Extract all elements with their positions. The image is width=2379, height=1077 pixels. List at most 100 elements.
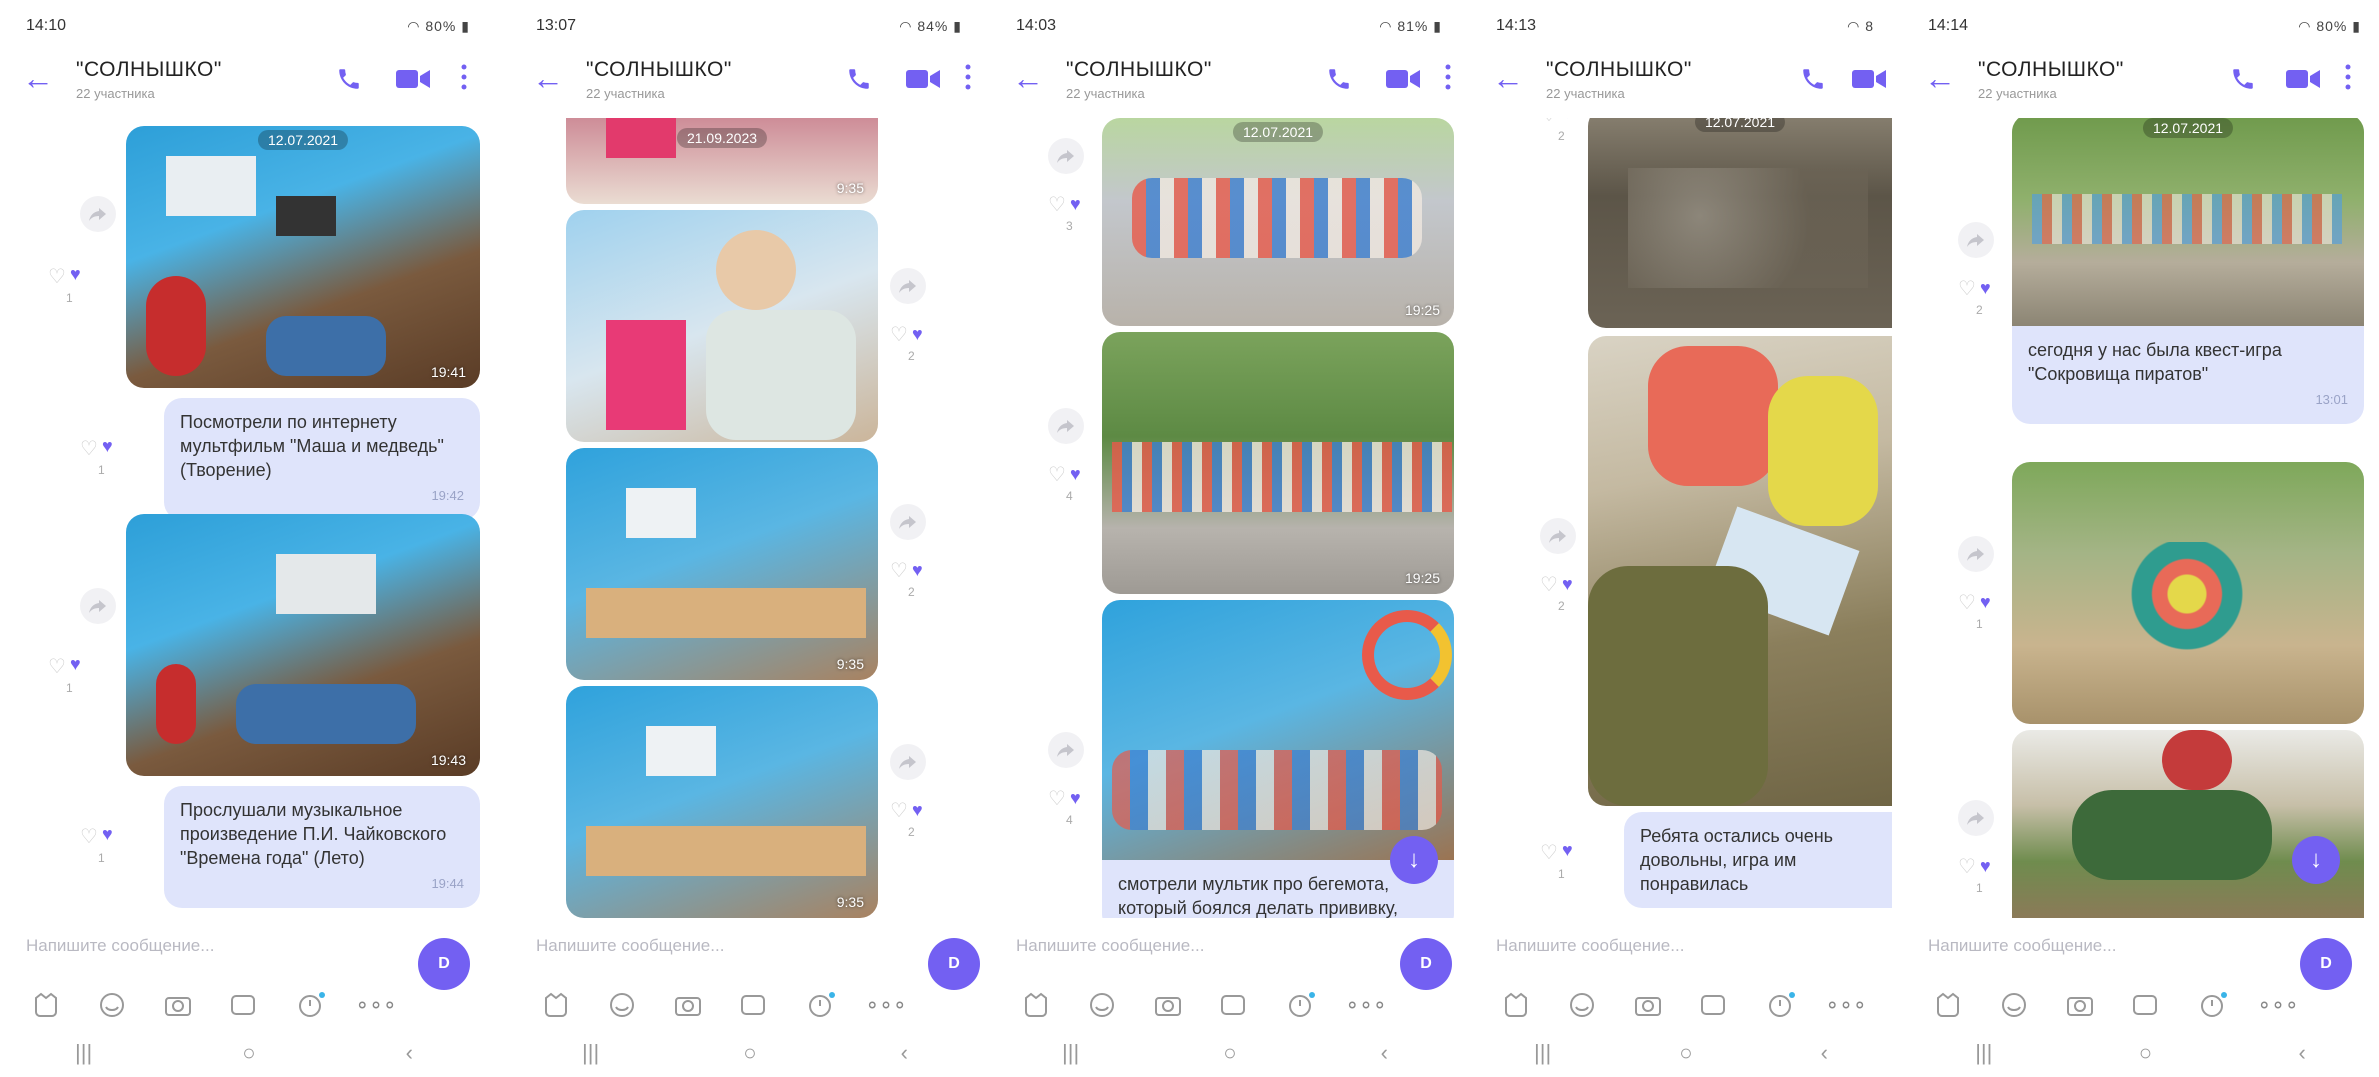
video-call-icon[interactable]	[906, 68, 940, 90]
video-call-icon[interactable]	[396, 68, 430, 90]
photo-message[interactable]: 12.07.2021	[1588, 118, 1892, 328]
heart-filled-icon[interactable]: ♥	[1070, 788, 1081, 809]
emoji-icon[interactable]	[1560, 990, 1604, 1020]
nav-back-icon[interactable]: ‹	[1381, 1040, 1388, 1066]
nav-back-icon[interactable]: ‹	[901, 1040, 908, 1066]
heart-filled-icon[interactable]: ♥	[1980, 592, 1991, 613]
like-outline-icon[interactable]: ♡	[80, 436, 98, 461]
phone-call-icon[interactable]	[846, 66, 872, 92]
more-menu-icon[interactable]	[2342, 62, 2354, 92]
share-icon[interactable]	[1540, 518, 1576, 554]
emoji-icon[interactable]	[90, 990, 134, 1020]
recent-apps-icon[interactable]: |||	[1975, 1040, 1992, 1066]
chat-title[interactable]: "СОЛНЫШКО"	[1066, 58, 1212, 82]
heart-filled-icon[interactable]: ♥	[102, 436, 113, 461]
photo-message[interactable]	[1102, 600, 1454, 862]
timer-icon[interactable]	[1758, 990, 1802, 1020]
text-message[interactable]: Прослушали музыкальное произведение П.И.…	[164, 786, 480, 908]
photo-message[interactable]	[2012, 730, 2364, 918]
photo-message[interactable]	[2012, 462, 2364, 724]
chat-title[interactable]: "СОЛНЫШКО"	[586, 58, 732, 82]
text-message[interactable]: сегодня у нас была квест-игра "Сокровища…	[2012, 326, 2364, 424]
sticker-icon[interactable]	[1926, 990, 1970, 1020]
like-outline-icon[interactable]: ♡	[1540, 840, 1558, 865]
home-icon[interactable]: ○	[242, 1040, 255, 1066]
photo-message[interactable]	[1588, 336, 1892, 806]
photo-message[interactable]: 19:25	[1102, 332, 1454, 594]
heart-filled-icon[interactable]: ♥	[70, 654, 81, 679]
message-list[interactable]: 12.07.2021 19:41 Посмотрели по интернету…	[0, 118, 488, 918]
phone-call-icon[interactable]	[336, 66, 362, 92]
photo-message[interactable]: 9:35	[566, 686, 878, 918]
message-input[interactable]: Напишите сообщение...	[26, 936, 214, 956]
gif-icon[interactable]	[732, 990, 776, 1020]
like-outline-icon[interactable]: ♡	[1958, 854, 1976, 879]
sticker-icon[interactable]	[1014, 990, 1058, 1020]
share-icon[interactable]	[890, 744, 926, 780]
recent-apps-icon[interactable]: |||	[1534, 1040, 1551, 1066]
chat-title[interactable]: "СОЛНЫШКО"	[1978, 58, 2124, 82]
camera-icon[interactable]	[1146, 990, 1190, 1020]
photo-message[interactable]: 12.07.2021	[2012, 118, 2364, 326]
message-input[interactable]: Напишите сообщение...	[536, 936, 724, 956]
heart-filled-icon[interactable]: ♥	[70, 264, 81, 289]
photo-message[interactable]: 9:35	[566, 448, 878, 680]
sticker-icon[interactable]	[1494, 990, 1538, 1020]
like-outline-icon[interactable]: ♡	[1048, 192, 1066, 217]
like-outline-icon[interactable]: ♡	[890, 798, 908, 823]
gif-icon[interactable]	[1212, 990, 1256, 1020]
like-outline-icon[interactable]: ♡	[1540, 118, 1558, 127]
video-call-icon[interactable]	[1386, 68, 1420, 90]
send-button[interactable]: D	[1400, 938, 1452, 990]
gif-icon[interactable]	[2124, 990, 2168, 1020]
send-button[interactable]: D	[928, 938, 980, 990]
home-icon[interactable]: ○	[1223, 1040, 1236, 1066]
share-icon[interactable]	[1048, 408, 1084, 444]
message-input[interactable]: Напишите сообщение...	[1928, 936, 2116, 956]
recent-apps-icon[interactable]: |||	[1062, 1040, 1079, 1066]
camera-icon[interactable]	[156, 990, 200, 1020]
scroll-down-button[interactable]: ↓	[2292, 836, 2340, 884]
heart-filled-icon[interactable]: ♥	[1070, 464, 1081, 485]
sticker-icon[interactable]	[24, 990, 68, 1020]
more-menu-icon[interactable]	[1442, 62, 1454, 92]
message-list[interactable]: 12.07.2021 19:25 19:25 смотрели мультик …	[990, 118, 1460, 918]
more-options-icon[interactable]: ∘∘∘	[2256, 990, 2300, 1020]
photo-message[interactable]	[566, 210, 878, 442]
video-call-icon[interactable]	[1852, 68, 1886, 90]
like-outline-icon[interactable]: ♡	[1048, 462, 1066, 487]
heart-filled-icon[interactable]: ♥	[1562, 574, 1573, 595]
more-options-icon[interactable]: ∘∘∘	[864, 990, 908, 1020]
heart-filled-icon[interactable]: ♥	[1562, 118, 1573, 127]
more-menu-icon[interactable]	[458, 62, 470, 92]
like-outline-icon[interactable]: ♡	[48, 264, 66, 289]
message-list[interactable]: 21.09.2023 9:35 9:35 9:35 ♡ ♥ 2 ♡ ♥ 2 ♡ …	[510, 118, 980, 918]
like-outline-icon[interactable]: ♡	[1958, 590, 1976, 615]
camera-icon[interactable]	[2058, 990, 2102, 1020]
text-message[interactable]: Посмотрели по интернету мультфильм "Маша…	[164, 398, 480, 520]
nav-back-icon[interactable]: ‹	[406, 1040, 413, 1066]
home-icon[interactable]: ○	[743, 1040, 756, 1066]
sticker-icon[interactable]	[534, 990, 578, 1020]
chat-title[interactable]: "СОЛНЫШКО"	[76, 58, 222, 82]
send-button[interactable]: D	[2300, 938, 2352, 990]
like-outline-icon[interactable]: ♡	[1048, 786, 1066, 811]
share-icon[interactable]	[1048, 732, 1084, 768]
more-options-icon[interactable]: ∘∘∘	[1824, 990, 1868, 1020]
photo-message[interactable]: 12.07.2021 19:25	[1102, 118, 1454, 326]
phone-call-icon[interactable]	[2230, 66, 2256, 92]
recent-apps-icon[interactable]: |||	[75, 1040, 92, 1066]
share-icon[interactable]	[1958, 536, 1994, 572]
more-options-icon[interactable]: ∘∘∘	[1344, 990, 1388, 1020]
like-outline-icon[interactable]: ♡	[48, 654, 66, 679]
heart-filled-icon[interactable]: ♥	[912, 324, 923, 345]
back-arrow-icon[interactable]: ←	[1012, 62, 1044, 94]
back-arrow-icon[interactable]: ←	[532, 62, 564, 94]
photo-message[interactable]: 19:43	[126, 514, 480, 776]
message-input[interactable]: Напишите сообщение...	[1016, 936, 1204, 956]
gif-icon[interactable]	[1692, 990, 1736, 1020]
like-outline-icon[interactable]: ♡	[1540, 572, 1558, 597]
scroll-down-button[interactable]: ↓	[1390, 836, 1438, 884]
like-outline-icon[interactable]: ♡	[890, 322, 908, 347]
share-icon[interactable]	[890, 504, 926, 540]
